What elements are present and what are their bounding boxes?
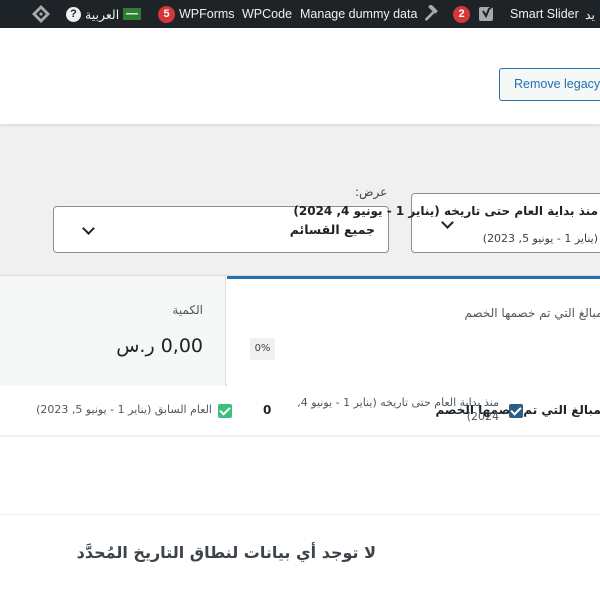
legend-current-value: 0 [263, 403, 272, 417]
language-label: العربية [85, 7, 120, 22]
wpcode-menu[interactable]: WPCode [242, 0, 292, 28]
help-icon[interactable]: ? [66, 6, 81, 22]
admin-bar: ? العربية 5 WPForms WPCode Manage dummy … [0, 0, 600, 28]
site-switcher[interactable] [31, 0, 51, 28]
updates-menu[interactable]: 2 [453, 0, 470, 28]
category-select-value: جميع القسائم [289, 222, 375, 237]
manage-dummy-data-menu[interactable]: Manage dummy data [300, 0, 439, 28]
language-switcher[interactable]: ? العربية [66, 0, 142, 28]
previous-period-checkbox[interactable] [218, 404, 232, 418]
chart-area: لا توجد أي بيانات لنطاق التاريخ المُحدَّ… [0, 437, 600, 600]
wpcode-label: WPCode [242, 7, 293, 21]
chart-divider [0, 514, 600, 515]
chart-legend: المبالغ التي تم خصمها الخصم منذ بداية ال… [0, 386, 600, 436]
legend-previous-period: العام السابق (يناير 1 - يونيو 5, 2023) [36, 403, 212, 416]
amount-card[interactable]: الكمية 0,00 ر.س [0, 276, 226, 386]
amount-value: 0,00 ر.س [116, 335, 203, 357]
date-range-value: منذ بداية العام حتى تاريخه (يناير 1 - يو… [293, 204, 598, 218]
legend-current-period: منذ بداية العام حتى تاريخه (يناير 1 - يو… [297, 396, 499, 423]
updates-count-badge: 2 [453, 5, 470, 23]
smart-slider-label: Smart Slider [510, 7, 579, 21]
admin-bar-partial-label: يد [585, 7, 596, 22]
empty-chart-message: لا توجد أي بيانات لنطاق التاريخ المُحدَّ… [76, 543, 376, 562]
wpforms-count-badge: 5 [158, 5, 175, 23]
smart-slider-menu[interactable]: Smart Slider [510, 0, 579, 28]
manage-dummy-data-label: Manage dummy data [300, 7, 418, 21]
view-label: عرض: [355, 185, 388, 199]
admin-bar-item-partial[interactable]: يد [585, 0, 595, 28]
current-period-checkbox[interactable] [509, 404, 523, 418]
discounted-amount-card[interactable]: المبالغ التي تم خصمها الخصم 0% [227, 276, 600, 386]
diamond-icon [32, 5, 50, 23]
chevron-down-icon [441, 216, 454, 229]
flag-icon [123, 8, 142, 20]
chevron-down-icon [82, 222, 95, 235]
date-compare-value: (يناير 1 - يونيو 5, 2023) [482, 232, 598, 245]
wpforms-menu[interactable]: 5 WPForms [158, 0, 235, 28]
percent-change-badge: 0% [250, 338, 275, 360]
summary-cards: الكمية 0,00 ر.س المبالغ التي تم خصمها ال… [0, 275, 600, 386]
yoast-menu[interactable] [478, 0, 496, 28]
date-range-select[interactable]: منذ بداية العام حتى تاريخه (يناير 1 - يو… [293, 193, 600, 253]
amount-label: الكمية [172, 303, 203, 317]
yoast-icon [479, 5, 494, 21]
remove-legacy-reports-button[interactable]: Remove legacy reports [499, 68, 600, 101]
wpforms-label: WPForms [179, 7, 235, 21]
hammer-icon [425, 5, 438, 22]
discounted-amount-label: المبالغ التي تم خصمها الخصم [464, 306, 600, 320]
